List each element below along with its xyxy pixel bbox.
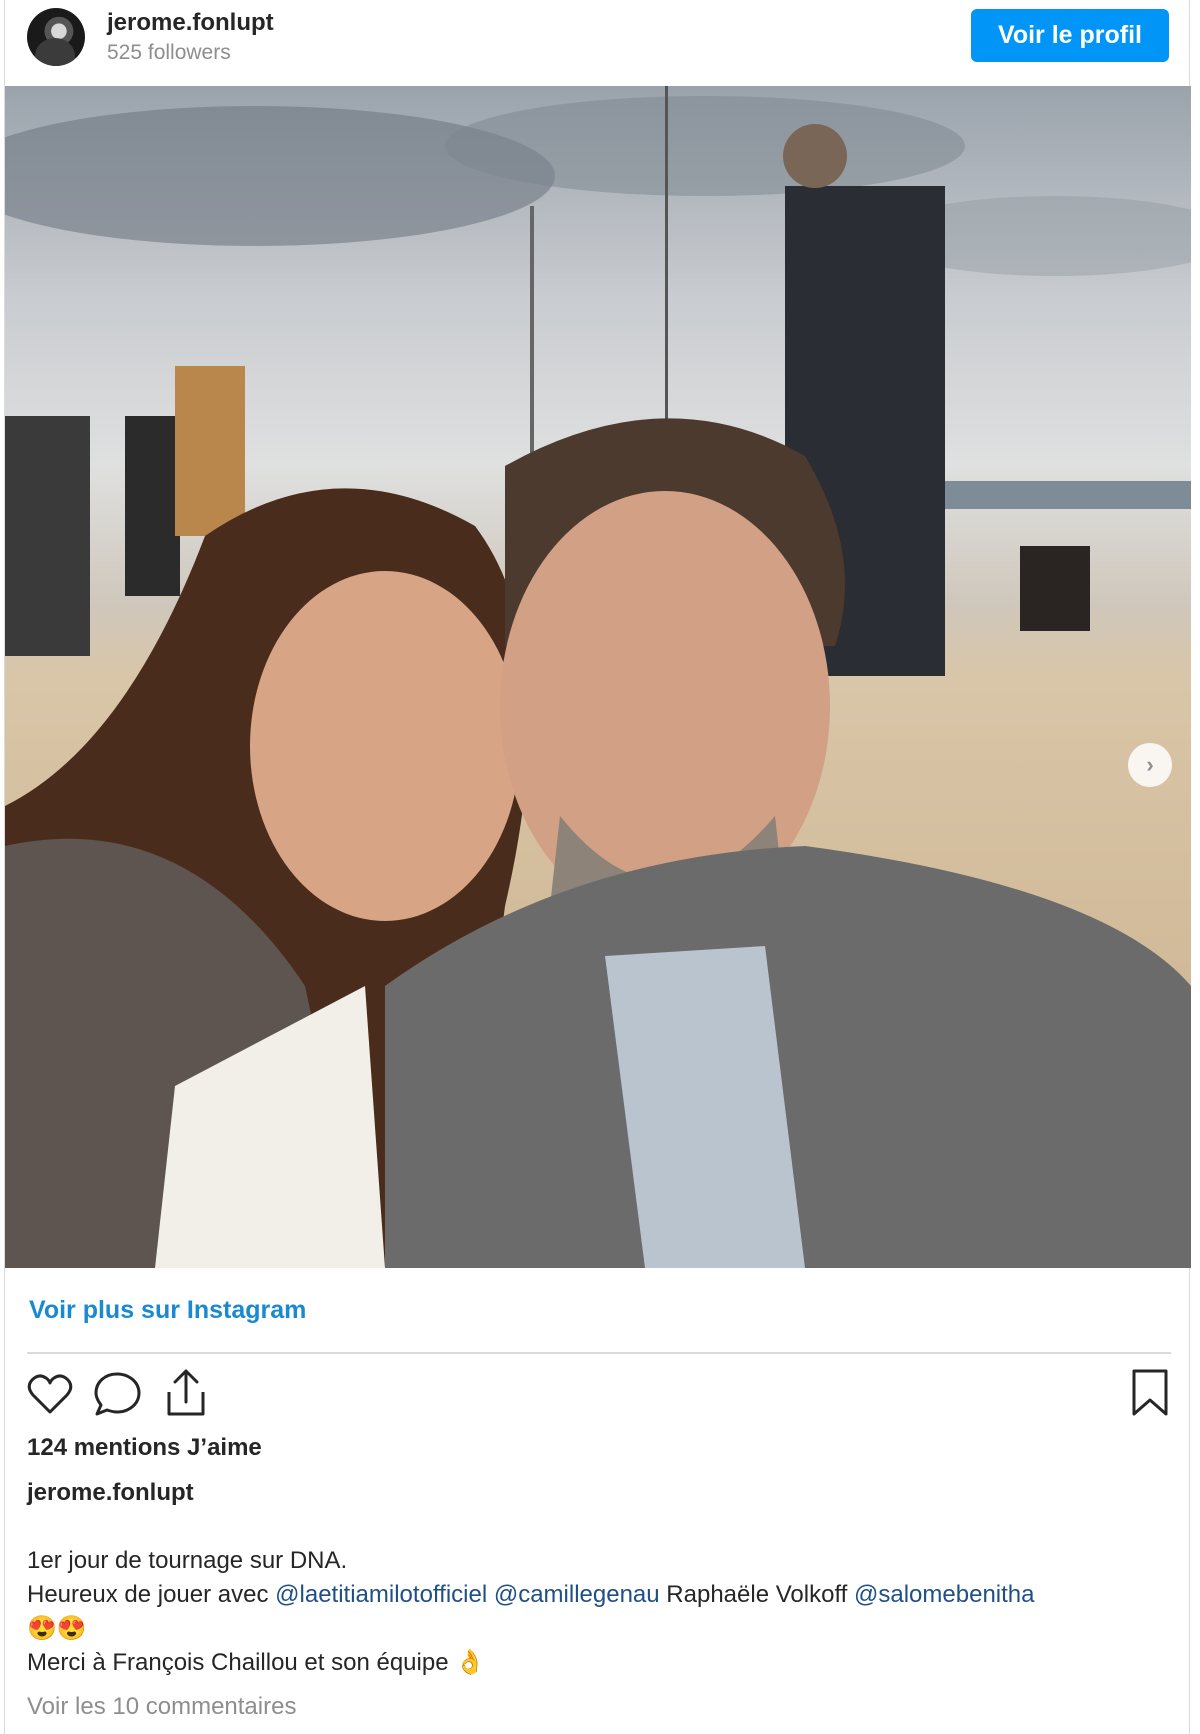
chevron-right-icon[interactable]: ›	[1128, 743, 1172, 787]
post-header: jerome.fonlupt 525 followers Voir le pro…	[5, 0, 1191, 86]
comment-icon[interactable]	[93, 1370, 143, 1418]
heart-icon[interactable]	[27, 1372, 73, 1416]
caption-line: 1er jour de tournage sur DNA.	[27, 1547, 348, 1574]
username[interactable]: jerome.fonlupt	[107, 9, 274, 37]
view-comments-link[interactable]: Voir les 10 commentaires	[27, 1693, 296, 1721]
like-count[interactable]: 124 mentions J’aime	[27, 1434, 262, 1462]
post-author[interactable]: jerome.fonlupt	[27, 1479, 194, 1507]
view-profile-button[interactable]: Voir le profil	[971, 9, 1169, 62]
caption-emoji-line: 😍😍	[27, 1615, 87, 1642]
bookmark-icon[interactable]	[1129, 1368, 1171, 1418]
instagram-embed-card: jerome.fonlupt 525 followers Voir le pro…	[4, 0, 1191, 1734]
caption-text: Heureux de jouer avec	[27, 1581, 276, 1608]
mention-link[interactable]: @camillegenau	[494, 1581, 660, 1608]
caption-line: Merci à François Chaillou et son équipe …	[27, 1649, 486, 1676]
mention-link[interactable]: @salomebenitha	[854, 1581, 1034, 1608]
view-more-on-instagram-link[interactable]: Voir plus sur Instagram	[29, 1296, 306, 1325]
avatar[interactable]	[27, 8, 85, 66]
post-caption: 1er jour de tournage sur DNA. Heureux de…	[27, 1544, 1177, 1680]
share-icon[interactable]	[163, 1368, 209, 1418]
caption-line: Heureux de jouer avec @laetitiamilotoffi…	[27, 1578, 1177, 1612]
post-photo[interactable]: ›	[5, 86, 1191, 1268]
divider	[27, 1352, 1171, 1354]
mention-link[interactable]: @laetitiamilotofficiel	[275, 1581, 487, 1608]
follower-count: 525 followers	[107, 41, 231, 64]
photo-illustration	[5, 86, 1191, 1268]
caption-text: Raphaële Volkoff	[659, 1581, 855, 1608]
